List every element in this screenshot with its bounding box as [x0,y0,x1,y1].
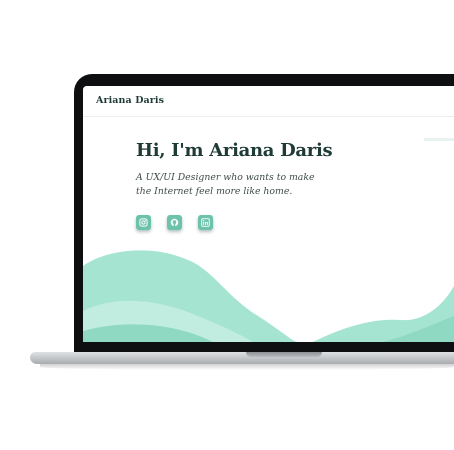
linkedin-icon [201,218,210,227]
linkedin-button[interactable] [198,215,213,230]
hero-section: Hi, I'm Ariana Daris A UX/UI Designer wh… [136,140,436,199]
github-icon [170,218,179,227]
laptop-screen: Ariana Daris Hi, I'm Ariana Daris A UX/U… [83,86,454,342]
decorative-waves [83,250,454,342]
laptop-base [30,352,454,364]
site-navbar: Ariana Daris [83,86,454,117]
github-button[interactable] [167,215,182,230]
instagram-button[interactable] [136,215,151,230]
hero-title: Hi, I'm Ariana Daris [136,140,333,161]
brand-logo[interactable]: Ariana Daris [96,95,164,106]
laptop-notch [246,352,322,357]
social-links [136,215,213,230]
instagram-icon [139,218,148,227]
laptop-mockup: Ariana Daris Hi, I'm Ariana Daris A UX/U… [0,0,454,450]
hero-tagline: A UX/UI Designer who wants to make the I… [136,171,315,197]
laptop-shadow [40,364,454,370]
